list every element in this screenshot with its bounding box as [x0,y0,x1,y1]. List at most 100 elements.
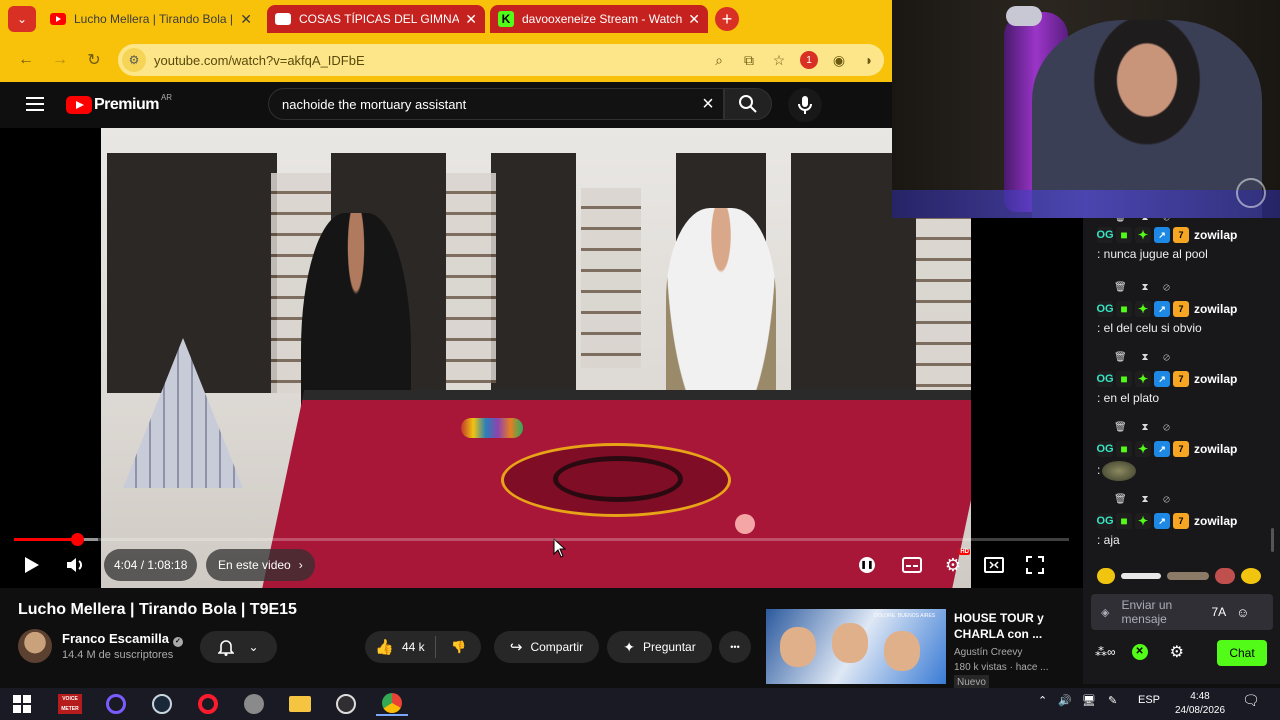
tray-pen-icon[interactable]: ✎ [1108,694,1117,707]
chat-username[interactable]: zowilap [1194,302,1237,316]
subtitles-button[interactable] [897,551,927,579]
taskbar-obs[interactable] [330,692,362,716]
youtube-premium-logo[interactable]: Premium AR [66,93,172,114]
windows-taskbar: VOICE METER ⌃ 🔊 🖥 ✎ ESP 4:48 24/08/2026 … [0,688,1280,720]
gift-badge-icon: 7 [1173,227,1189,243]
tab-davooxeneize-stream[interactable]: K davooxeneize Stream - Watch Live ✕ [490,5,708,33]
search-query: nachoide the mortuary assistant [282,96,467,112]
chapters-button[interactable]: En este video › [206,549,315,581]
video-frame[interactable] [101,128,971,588]
taskbar-clock[interactable]: 4:48 24/08/2026 [1172,690,1228,718]
progress-scrubber[interactable] [71,533,85,546]
taskbar-app[interactable] [238,692,270,716]
tray-network-icon[interactable]: 🖥 [1082,694,1096,707]
progress-bar[interactable] [14,533,1069,546]
chat-username[interactable]: zowilap [1194,372,1237,386]
taskbar-opera[interactable] [192,692,224,716]
taskbar-cortana[interactable] [100,692,132,716]
subscription-bell-button[interactable]: ⌄ [200,631,277,663]
forward-button[interactable]: → [48,48,72,72]
chat-username[interactable]: zowilap [1194,442,1237,456]
clear-search-icon[interactable]: × [693,93,723,116]
back-button[interactable]: ← [14,48,38,72]
dislike-button[interactable]: 👎 [436,640,481,654]
chat-input[interactable]: ◈ Enviar un mensaje 7A ☺ [1091,594,1273,630]
mod-actions[interactable]: 🗑 ⧗ ⊘ [1097,282,1277,294]
fullscreen-icon [1026,556,1044,574]
tab-youtube-lucho[interactable]: Lucho Mellera | Tirando Bola | T9E15 - Y… [42,5,260,33]
chat-scrollbar[interactable] [1271,528,1274,552]
chat-text: : [1097,461,1277,481]
more-actions-button[interactable]: ••• [719,631,751,663]
zoom-icon[interactable]: ⌕ [704,48,734,72]
close-icon[interactable]: ✕ [465,11,477,28]
mod-actions[interactable]: 🗑 ⧗ ⊘ [1097,218,1277,224]
media-icon[interactable]: ◗ [854,48,884,72]
site-settings-icon[interactable]: ⚙ [122,48,146,72]
chevron-down-icon: ⌄ [16,12,28,26]
sparkle-badge-icon: ✦ [1135,441,1151,457]
profile-icon[interactable]: ◉ [824,48,854,72]
taskbar-steam[interactable] [146,692,178,716]
translate-icon[interactable]: 7A [1211,605,1226,619]
ask-button[interactable]: ✦ Preguntar [607,631,712,663]
og-badge-icon: OG [1096,513,1114,529]
new-tab-button[interactable]: + [715,7,739,31]
arrow-right-icon: → [52,51,68,68]
chat-send-button[interactable]: Chat [1217,640,1267,666]
like-button[interactable]: 👍 44 k [365,638,435,656]
points-icon[interactable]: ⁂∞ [1095,645,1116,659]
recommended-thumbnail[interactable]: DOLORE. BUENOS AIRES [766,609,946,684]
start-button[interactable] [6,692,38,716]
close-icon[interactable]: ✕ [240,11,252,28]
emote-strip[interactable] [1097,564,1275,588]
menu-icon[interactable] [26,97,44,111]
tray-chevron-up-icon[interactable]: ⌃ [1038,694,1047,707]
channel-avatar[interactable] [18,629,52,663]
emote-icon [1215,568,1235,584]
play-button[interactable] [18,551,46,579]
close-icon[interactable]: ✕ [688,11,700,28]
tray-volume-icon[interactable]: 🔊 [1058,694,1072,707]
autoplay-toggle[interactable]: ❚❚ [852,551,882,579]
arrow-left-icon: ← [18,51,34,68]
share-button[interactable]: ↪ Compartir [494,631,599,663]
extension-button[interactable]: 1 [794,48,824,72]
mod-actions[interactable]: 🗑 ⧗ ⊘ [1097,422,1277,434]
settings-button[interactable]: ⚙ HD [938,549,970,579]
chat-text-prefix: : [1097,463,1101,478]
mod-actions[interactable]: 🗑 ⧗ ⊘ [1097,352,1277,364]
chat-settings-icon[interactable]: ⚙ [1170,642,1184,662]
theater-mode-button[interactable] [979,551,1009,579]
mod-actions[interactable]: 🗑 ⧗ ⊘ [1097,494,1277,506]
kick-points-icon[interactable]: ✕ [1131,644,1148,660]
install-app-icon[interactable]: ⧉ [734,48,764,72]
star-icon[interactable]: ☆ [764,48,794,72]
volume-button[interactable] [60,551,90,579]
taskbar-file-explorer[interactable] [284,692,316,716]
voice-search-button[interactable] [788,88,822,122]
chat-username[interactable]: zowilap [1194,514,1237,528]
address-bar[interactable]: ⚙ youtube.com/watch?v=akfqA_IDFbE ⌕ ⧉ ☆ … [118,44,884,76]
taskbar-voicemeeter[interactable]: VOICE METER [54,692,86,716]
tray-language[interactable]: ESP [1138,694,1160,706]
taskbar-chrome[interactable] [376,692,408,716]
notification-icon[interactable]: 🗨 [1242,692,1260,709]
recommended-title[interactable]: HOUSE TOUR y CHARLA con ... [954,610,1074,642]
channel-name-link[interactable]: Franco Escamilla ✓ [62,631,183,647]
tab-search-button[interactable]: ⌄ [8,6,36,32]
emoji-icon[interactable]: ☺ [1236,605,1249,620]
search-button[interactable] [724,88,772,120]
collectible-shelf [446,173,496,383]
chat-username[interactable]: zowilap [1194,228,1237,242]
tab-cosas-tipicas[interactable]: COSAS TÍPICAS DEL GIMNASIO ✕ [267,5,485,33]
fullscreen-button[interactable] [1020,551,1050,579]
badge-row: OG ■ ✦ ↗ 7 zowilap [1096,226,1277,244]
gift-badge-icon: 7 [1173,371,1189,387]
chevron-down-icon: ⌄ [248,640,259,654]
gear-icon: ⚙ [944,554,962,575]
shield-icon: ◈ [1101,606,1110,619]
emote-icon [1167,572,1209,580]
search-input[interactable]: nachoide the mortuary assistant × [268,88,724,120]
reload-button[interactable]: ↻ [82,48,106,72]
